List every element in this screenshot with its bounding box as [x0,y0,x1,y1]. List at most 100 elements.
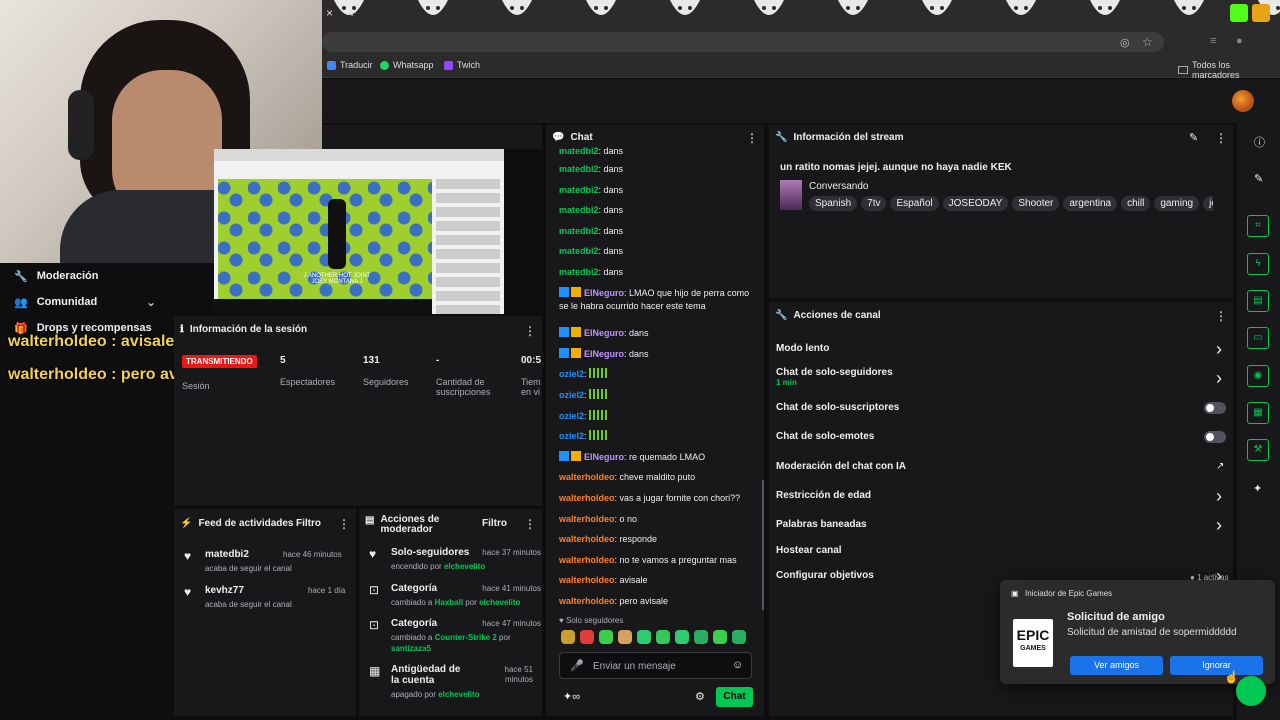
profile-icon[interactable]: ● [1236,35,1243,47]
kick-logo-icon [1230,4,1248,22]
info-circle-icon[interactable]: ⓘ [1254,134,1265,150]
star-icon[interactable]: ☆ [1142,35,1153,49]
filter-button[interactable]: Filtro [296,518,321,529]
category-name[interactable]: Conversando [809,181,868,192]
viewer-label: Espectadores [280,377,336,387]
wrench-icon[interactable]: ⚒ [1247,439,1269,461]
toast-title: Solicitud de amigo [1067,611,1165,623]
emote-icon[interactable] [618,630,632,644]
bookmark-twich[interactable]: Twich [444,60,480,70]
nav-item-moderacion[interactable]: 🔧 Moderación [14,270,98,283]
toggle-switch[interactable] [1204,402,1226,414]
emote-icon[interactable] [656,630,670,644]
more-options-icon[interactable]: ⋮ [746,131,758,145]
nav-label: Moderación [36,270,99,282]
chevron-right-icon[interactable]: › [1216,516,1222,534]
pencil-icon[interactable]: ✎ [1254,172,1263,185]
stream-tag[interactable]: Spanish [809,196,858,211]
chevron-right-icon[interactable]: › [1216,487,1222,505]
more-options-icon[interactable]: ⋮ [338,517,350,531]
view-friends-button[interactable]: Ver amigos [1070,656,1163,675]
chat-message: matedbi2: dans [559,205,624,216]
more-options-icon[interactable]: ⋮ [1215,309,1227,323]
stream-tag[interactable]: josed [1203,196,1213,211]
clipboard-icon[interactable]: ▤ [1247,290,1269,312]
channel-action-row[interactable]: Moderación del chat con IA [776,461,906,472]
emote-icon[interactable] [561,630,575,644]
bookmark-traducir[interactable]: Traducir [327,60,373,70]
extension-icon[interactable] [1252,4,1270,22]
sparkle-icon[interactable]: ✦ [1253,482,1262,495]
channel-action-row[interactable]: Hostear canal [776,545,842,556]
channel-action-row[interactable]: Chat de solo-suscriptores [776,402,899,413]
channel-action-row[interactable]: Modo lento [776,343,829,354]
filter-button[interactable]: Filtro [482,518,507,529]
more-options-icon[interactable]: ⋮ [1215,131,1227,145]
all-bookmarks-label: Todos los marcadores [1192,60,1240,80]
emote-icon[interactable] [713,630,727,644]
channel-action-row[interactable]: Configurar objetivos [776,570,874,581]
tab-strip-pattern [1002,0,1040,26]
sparkle-icon[interactable]: ✦∞ [563,690,580,703]
broadcast-icon[interactable]: ◉ [1247,365,1269,387]
chevron-right-icon[interactable]: › [1216,340,1222,358]
category-box-art[interactable] [780,180,802,210]
chat-message: ElNeguro: re quemado LMAO [559,450,759,464]
stream-tag[interactable]: Español [890,196,939,211]
chat-input[interactable]: 🎤 Enviar un mensaje ☺ [559,652,752,679]
chevron-right-icon[interactable]: › [1216,369,1222,387]
chat-message: walterholdeo: cheve maldito puto [559,472,696,483]
activity-feed-panel: ⚡ Feed de actividades Filtro ⋮ ♥ matedbi2… [174,509,356,716]
help-bubble-button[interactable] [1236,676,1266,706]
chat-scrollbar[interactable] [762,480,764,610]
address-input[interactable] [322,32,1164,52]
emoji-icon[interactable]: ☺ [732,659,743,671]
chevron-down-icon[interactable]: ⌄ [146,295,156,309]
emote-icon[interactable] [694,630,708,644]
chat-message: ElNeguro: dans [559,347,759,361]
external-link-icon[interactable]: ↗ [1216,461,1224,472]
heart-icon: ♥ [184,585,192,599]
pencil-icon[interactable]: ✎ [1189,131,1198,144]
clip-icon[interactable]: ⌗ [1247,215,1269,237]
stream-tag[interactable]: Shooter [1012,196,1060,211]
stream-preview[interactable]: J ANOTHER HOT JOINT JOEY MONTANA J [214,149,504,314]
close-tab-icon[interactable]: × [326,6,333,20]
chat-message: walterholdeo: no te vamos a preguntar ma… [559,554,737,565]
lightning-icon[interactable]: ϟ [1247,253,1269,275]
chat-icon[interactable]: ▭ [1247,327,1269,349]
emote-bar[interactable] [561,630,751,648]
stream-tag[interactable]: chill [1121,196,1151,211]
all-bookmarks[interactable]: Todos los marcadores [1178,60,1280,80]
chat-message: ElNeguro: LMAO que hijo de perra como se… [559,286,750,311]
emote-icon[interactable] [675,630,689,644]
bookmark-whatsapp[interactable]: Whatsapp [380,60,434,70]
ignore-button[interactable]: Ignorar [1170,656,1263,675]
emote-icon[interactable] [637,630,651,644]
user-avatar[interactable] [1232,90,1254,112]
microphone-icon[interactable]: 🎤 [570,659,584,672]
tab-strip-pattern [918,0,956,26]
extensions-icon[interactable]: ≡ [1210,35,1216,47]
channel-action-row[interactable]: Chat de solo-emotes [776,431,874,442]
chat-send-button[interactable]: Chat [716,687,753,707]
channel-action-row[interactable]: Palabras baneadas [776,519,867,530]
emote-icon[interactable] [599,630,613,644]
emote-icon[interactable] [580,630,594,644]
emote-icon[interactable] [732,630,746,644]
eye-off-icon[interactable]: ◎ [1120,36,1130,49]
layout-icon[interactable]: ▦ [1247,402,1269,424]
stream-tag[interactable]: 7tv [861,196,887,211]
channel-action-row[interactable]: Restricción de edad [776,490,871,501]
toggle-switch[interactable] [1204,431,1226,443]
nav-item-comunidad[interactable]: 👥 Comunidad [14,296,97,309]
channel-action-row[interactable]: Chat de solo-seguidores 1 min [776,367,893,387]
stream-tag[interactable]: gaming [1154,196,1200,211]
settings-gear-icon[interactable]: ⚙ [695,690,705,703]
stream-tag[interactable]: argentina [1063,196,1118,211]
chat-message: walterholdeo: o no [559,513,638,524]
new-tab-icon[interactable]: + [348,4,356,20]
more-options-icon[interactable]: ⋮ [524,324,536,338]
more-options-icon[interactable]: ⋮ [524,517,536,531]
stream-tag[interactable]: JOSEODAY [942,196,1009,211]
